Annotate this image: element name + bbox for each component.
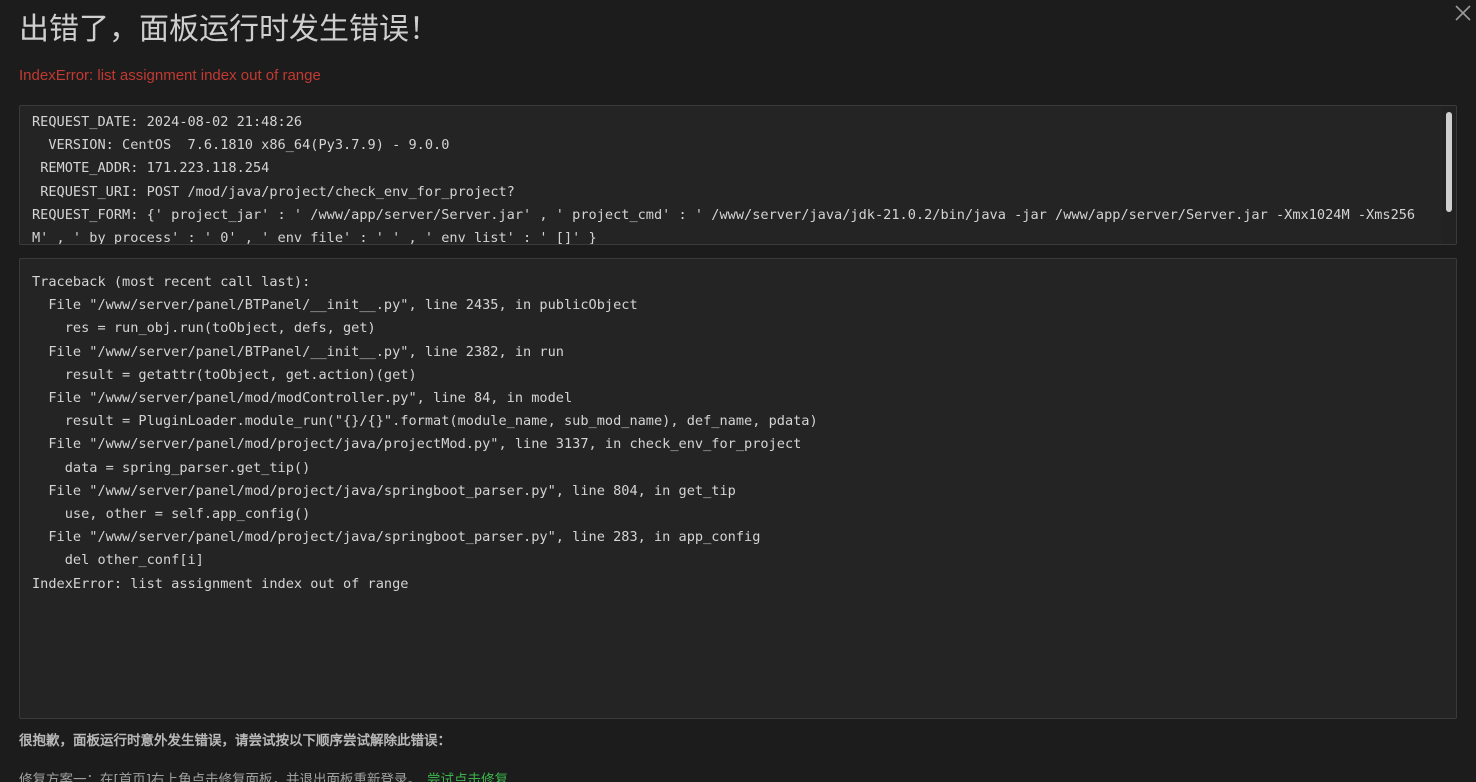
fix-option-one-text: 修复方案一：在[首页]右上角点击修复面板，并退出面板重新登录。 [19, 772, 422, 782]
request-info-panel[interactable]: REQUEST_DATE: 2024-08-02 21:48:26 VERSIO… [19, 105, 1457, 245]
error-message: IndexError: list assignment index out of… [19, 67, 321, 84]
page-title: 出错了，面板运行时发生错误！ [19, 12, 439, 47]
sorry-message: 很抱歉，面板运行时意外发生错误，请尝试按以下顺序尝试解除此错误： [19, 733, 451, 749]
scrollbar-thumb[interactable] [1446, 112, 1452, 212]
request-info-text: REQUEST_DATE: 2024-08-02 21:48:26 VERSIO… [32, 114, 1416, 245]
request-info-scrollbar[interactable] [1442, 106, 1456, 244]
close-button[interactable] [1450, 0, 1476, 26]
traceback-text: Traceback (most recent call last): File … [32, 274, 818, 592]
try-fix-link[interactable]: 尝试点击修复 [427, 772, 508, 782]
close-icon [1455, 5, 1471, 21]
traceback-panel[interactable]: Traceback (most recent call last): File … [19, 258, 1457, 719]
fix-option-one: 修复方案一：在[首页]右上角点击修复面板，并退出面板重新登录。 尝试点击修复 [19, 770, 508, 782]
error-page: 出错了，面板运行时发生错误！ IndexError: list assignme… [0, 0, 1476, 782]
